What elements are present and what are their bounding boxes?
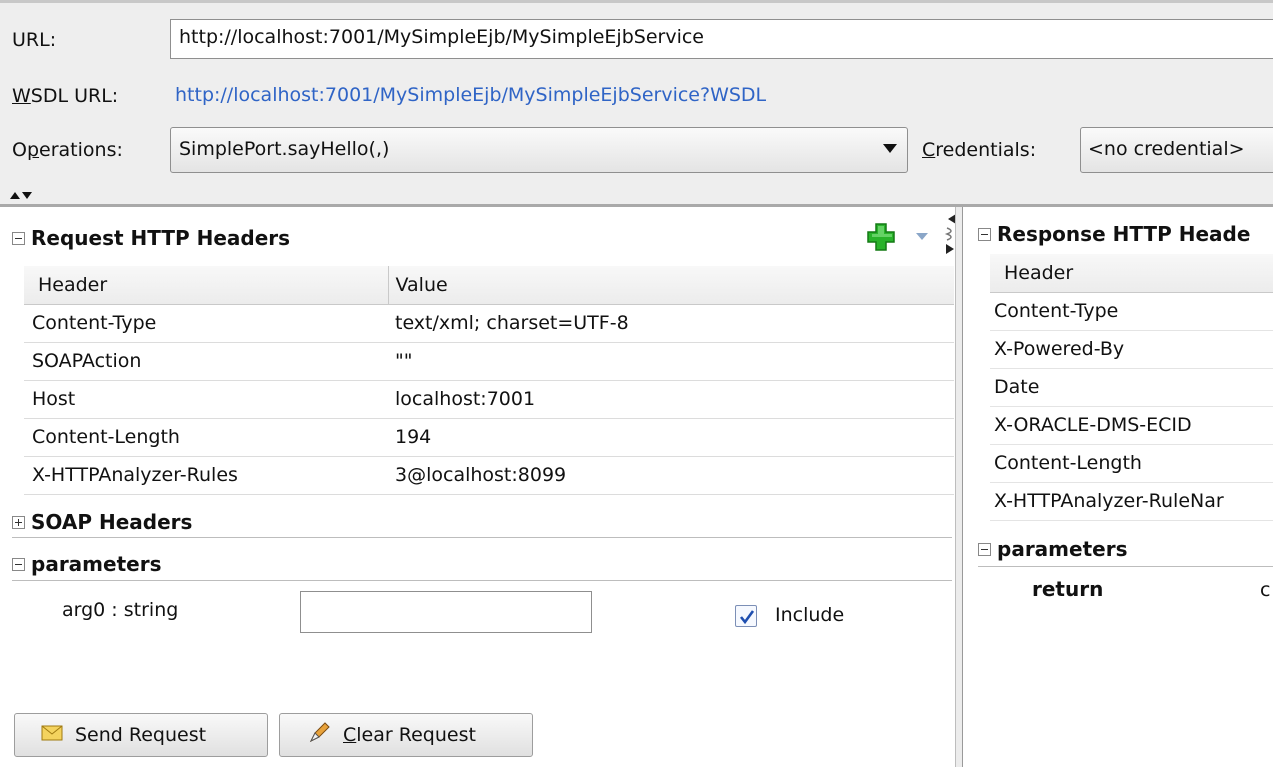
table-row[interactable]: Content-Length — [990, 444, 1273, 483]
collapse-icon[interactable] — [12, 557, 25, 571]
header-name-cell[interactable]: Content-Type — [990, 292, 1273, 331]
header-name-cell[interactable]: Content-Length — [24, 418, 388, 457]
table-row[interactable]: X-HTTPAnalyzer-Rules 3@localhost:8099 — [24, 456, 954, 495]
response-headers-table: Header Content-Type X-Powered-By Date X-… — [990, 254, 1273, 521]
table-row[interactable]: X-ORACLE-DMS-ECID — [990, 406, 1273, 445]
divider — [12, 580, 952, 581]
credentials-dropdown[interactable]: <no credential> — [1080, 127, 1273, 173]
response-http-headers-title: Response HTTP Heade — [997, 222, 1251, 246]
vertical-splitter[interactable] — [955, 207, 963, 767]
operations-label-text: erations: — [39, 139, 123, 161]
credentials-label-text: redentials: — [935, 139, 1037, 161]
operations-dropdown[interactable]: SimplePort.sayHello(,) — [170, 127, 908, 173]
header-name-cell[interactable]: Date — [990, 368, 1273, 407]
url-label: URL: — [12, 29, 57, 51]
table-row[interactable]: Content-Length 194 — [24, 418, 954, 457]
table-header-row: Header — [990, 254, 1273, 293]
request-http-headers-section[interactable]: Request HTTP Headers — [12, 226, 290, 250]
return-label: return — [1032, 577, 1104, 601]
wsdl-label-text: SDL URL: — [30, 85, 119, 107]
send-request-label: Send Request — [75, 724, 207, 746]
response-parameters-section[interactable]: parameters — [978, 537, 1127, 561]
table-row[interactable]: SOAPAction "" — [24, 342, 954, 381]
dropdown-arrow-icon — [883, 144, 897, 153]
credential-selected-value: <no credential> — [1088, 138, 1245, 160]
column-header-value[interactable]: Value — [388, 266, 954, 305]
divider — [12, 537, 952, 538]
credentials-mnemonic: C — [922, 139, 936, 161]
send-request-button[interactable]: Send Request — [14, 713, 268, 757]
soap-headers-title: SOAP Headers — [31, 510, 193, 534]
clear-label-text: lear Request — [356, 724, 476, 746]
wsdl-url-label: WSDL URL: — [12, 85, 118, 107]
header-value-cell[interactable]: localhost:7001 — [388, 380, 954, 419]
add-header-icon[interactable] — [866, 222, 896, 252]
divider — [978, 566, 1273, 567]
request-parameters-title: parameters — [31, 552, 162, 576]
table-row[interactable]: Host localhost:7001 — [24, 380, 954, 419]
collapse-icon[interactable] — [978, 542, 991, 556]
include-label[interactable]: Include — [775, 604, 844, 626]
header-name-cell[interactable]: X-HTTPAnalyzer-RuleNar — [990, 482, 1273, 521]
header-name-cell[interactable]: X-Powered-By — [990, 330, 1273, 369]
table-row[interactable]: Content-Type — [990, 292, 1273, 331]
table-row[interactable]: X-HTTPAnalyzer-RuleNar — [990, 482, 1273, 521]
response-http-headers-section[interactable]: Response HTTP Heade — [978, 222, 1250, 246]
header-value-cell[interactable]: 194 — [388, 418, 954, 457]
splitter-arrows-icon[interactable] — [10, 190, 34, 202]
header-value-cell[interactable]: "" — [388, 342, 954, 381]
collapse-icon[interactable] — [978, 227, 991, 241]
request-http-headers-title: Request HTTP Headers — [31, 226, 291, 250]
operations-mnemonic: p — [26, 139, 40, 161]
header-name-cell[interactable]: X-ORACLE-DMS-ECID — [990, 406, 1273, 445]
table-row[interactable]: X-Powered-By — [990, 330, 1273, 369]
arg0-label: arg0 : string — [62, 599, 179, 621]
clear-mnemonic: C — [343, 724, 357, 746]
eraser-icon — [307, 721, 331, 750]
table-header-row: Header Value — [24, 266, 954, 305]
operation-selected-value: SimplePort.sayHello(,) — [179, 138, 390, 160]
request-headers-table: Header Value Content-Type text/xml; char… — [24, 266, 954, 495]
wsdl-mnemonic: W — [12, 85, 31, 107]
add-header-menu-arrow-icon[interactable] — [916, 233, 928, 240]
return-value: c — [1260, 579, 1271, 601]
credentials-label: Credentials: — [922, 139, 1036, 161]
horizontal-splitter[interactable] — [0, 204, 1273, 207]
header-name-cell[interactable]: Content-Length — [990, 444, 1273, 483]
url-field[interactable]: http://localhost:7001/MySimpleEjb/MySimp… — [170, 19, 1273, 59]
header-name-cell[interactable]: X-HTTPAnalyzer-Rules — [24, 456, 388, 495]
operations-label-o: O — [12, 139, 27, 161]
arg0-input[interactable] — [300, 591, 592, 633]
include-checkbox[interactable] — [735, 605, 757, 627]
expand-icon[interactable] — [12, 515, 25, 529]
envelope-icon — [41, 724, 63, 746]
header-value-cell[interactable]: 3@localhost:8099 — [388, 456, 954, 495]
response-parameters-title: parameters — [997, 537, 1128, 561]
column-header-header[interactable]: Header — [990, 254, 1273, 293]
soap-headers-section[interactable]: SOAP Headers — [12, 510, 192, 534]
request-parameters-section[interactable]: parameters — [12, 552, 161, 576]
header-name-cell[interactable]: Host — [24, 380, 388, 419]
clear-request-button[interactable]: Clear Request — [279, 713, 533, 757]
header-name-cell[interactable]: SOAPAction — [24, 342, 388, 381]
checkmark-icon — [739, 610, 755, 625]
header-name-cell[interactable]: Content-Type — [24, 304, 388, 343]
collapse-icon[interactable] — [12, 231, 25, 245]
table-row[interactable]: Date — [990, 368, 1273, 407]
table-row[interactable]: Content-Type text/xml; charset=UTF-8 — [24, 304, 954, 343]
wsdl-url-link[interactable]: http://localhost:7001/MySimpleEjb/MySimp… — [175, 84, 766, 106]
clear-request-label: Clear Request — [343, 724, 476, 746]
operations-label: Operations: — [12, 139, 123, 161]
header-value-cell[interactable]: text/xml; charset=UTF-8 — [388, 304, 954, 343]
column-header-header[interactable]: Header — [24, 266, 389, 305]
